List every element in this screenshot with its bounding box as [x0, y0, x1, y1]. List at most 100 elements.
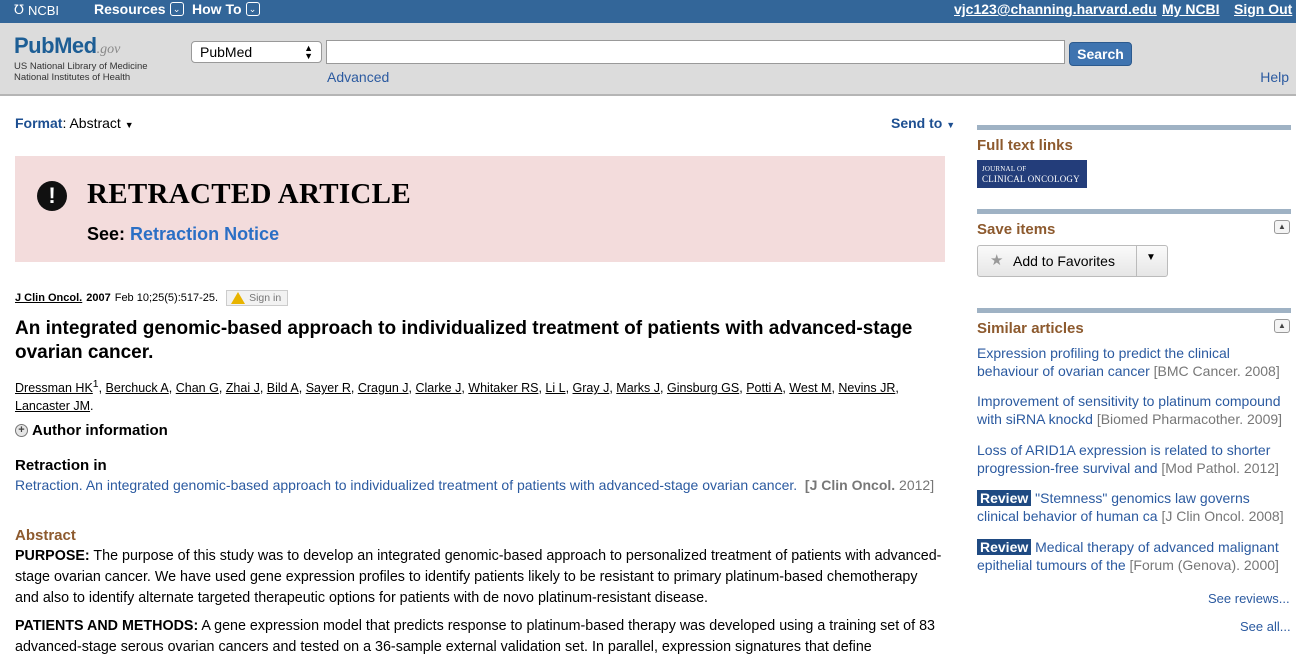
full-text-links-heading: Full text links	[977, 137, 1073, 154]
search-input[interactable]	[326, 40, 1065, 64]
format-label: Format	[15, 115, 63, 131]
ncbi-logo[interactable]: ℧ NCBI	[14, 2, 59, 18]
retraction-in-entry[interactable]: Retraction. An integrated genomic-based …	[15, 476, 945, 494]
author-list: Dressman HK1, Berchuck A, Chan G, Zhai J…	[15, 379, 899, 414]
ncbi-helix-icon: ℧	[14, 2, 24, 17]
similar-article-item[interactable]: Review "Stemness" genomics law governs c…	[977, 489, 1291, 525]
citation-line: J Clin Oncol. 2007 Feb 10;25(5):517-25. …	[15, 290, 289, 306]
see-reviews-link[interactable]: See reviews...	[1208, 591, 1290, 606]
warning-icon	[231, 292, 246, 304]
see-label: See:	[87, 224, 126, 244]
author-link[interactable]: Dressman HK	[15, 381, 93, 395]
jco-fulltext-link[interactable]: Journal of Clinical Oncology	[977, 160, 1087, 188]
sign-in-button[interactable]: Sign in	[226, 290, 289, 306]
resources-label: Resources	[94, 1, 166, 17]
affiliation-sup: 1	[92, 379, 99, 390]
howto-label: How To	[192, 1, 242, 17]
sidebar-divider	[977, 308, 1291, 313]
sign-out-link[interactable]: Sign Out	[1234, 1, 1292, 17]
caret-down-icon: ▼	[124, 120, 134, 130]
search-bar: PubMed.gov US National Library of Medici…	[0, 23, 1296, 96]
purpose-label: PURPOSE:	[15, 548, 90, 564]
chevron-down-icon: ⌄	[245, 2, 260, 16]
add-to-favorites-label: Add to Favorites	[1013, 253, 1115, 269]
resources-menu[interactable]: Resources ⌄	[94, 1, 184, 17]
button-divider	[1136, 246, 1137, 276]
search-button[interactable]: Search	[1069, 42, 1132, 66]
retracted-see-line: See: Retraction Notice	[87, 224, 279, 245]
pubmed-logo[interactable]: PubMed.gov US National Library of Medici…	[14, 33, 148, 83]
author-link[interactable]: Chan G	[176, 381, 219, 395]
caret-down-icon[interactable]: ▼	[1146, 252, 1156, 263]
retraction-in-title: Retraction. An integrated genomic-based …	[15, 477, 798, 493]
database-select-value: PubMed	[200, 44, 253, 60]
retraction-notice-link[interactable]: Retraction Notice	[130, 224, 279, 244]
author-link[interactable]: Gray J	[573, 381, 610, 395]
author-link[interactable]: Lancaster JM	[15, 399, 90, 413]
author-link[interactable]: Potti A	[746, 381, 782, 395]
ncbi-label: NCBI	[27, 2, 59, 18]
send-to-menu[interactable]: Send to ▼	[891, 115, 955, 131]
plus-icon: +	[15, 424, 28, 437]
author-link[interactable]: Sayer R	[306, 381, 351, 395]
save-items-heading: Save items	[977, 221, 1056, 238]
abstract-heading: Abstract	[15, 527, 76, 544]
author-link[interactable]: West M	[789, 381, 831, 395]
similar-article-source: [J Clin Oncol. 2008]	[1161, 508, 1284, 524]
sidebar-divider	[977, 209, 1291, 214]
advanced-search-link[interactable]: Advanced	[327, 69, 389, 85]
logo-nih-line: National Institutes of Health	[14, 72, 131, 83]
my-ncbi-link[interactable]: My NCBI	[1162, 1, 1220, 17]
help-link[interactable]: Help	[1260, 69, 1289, 85]
retracted-title: RETRACTED ARTICLE	[87, 178, 411, 210]
similar-article-source: [Mod Pathol. 2012]	[1161, 460, 1279, 476]
similar-article-source: [Forum (Genova). 2000]	[1129, 557, 1279, 573]
logo-med: Med	[54, 33, 97, 58]
jco-logo-line1: Journal of	[982, 165, 1027, 173]
select-arrows-icon: ▲ ▼	[304, 43, 313, 61]
similar-article-item[interactable]: Improvement of sensitivity to platinum c…	[977, 392, 1291, 428]
similar-articles-heading: Similar articles	[977, 320, 1084, 337]
ncbi-top-bar: ℧ NCBI Resources ⌄ How To ⌄ vjc123@chann…	[0, 0, 1296, 23]
user-account-link[interactable]: vjc123@channing.harvard.edu	[954, 1, 1157, 17]
add-to-favorites-button[interactable]: ★ Add to Favorites ▼	[977, 245, 1168, 277]
howto-menu[interactable]: How To ⌄	[192, 1, 260, 17]
author-link[interactable]: Li L	[545, 381, 565, 395]
collapse-icon[interactable]: ▲	[1274, 220, 1290, 234]
similar-article-item[interactable]: Loss of ARID1A expression is related to …	[977, 441, 1291, 477]
author-link[interactable]: Marks J	[616, 381, 660, 395]
author-link[interactable]: Bild A	[267, 381, 299, 395]
purpose-text: The purpose of this study was to develop…	[15, 548, 942, 606]
similar-article-source: [Biomed Pharmacother. 2009]	[1096, 411, 1283, 427]
send-to-label: Send to	[891, 115, 943, 131]
similar-article-item[interactable]: Review Medical therapy of advanced malig…	[977, 538, 1291, 574]
author-link[interactable]: Cragun J	[358, 381, 409, 395]
collapse-icon[interactable]: ▲	[1274, 319, 1290, 333]
article-title: An integrated genomic-based approach to …	[15, 318, 913, 363]
author-link[interactable]: Zhai J	[226, 381, 260, 395]
logo-nlm-line: US National Library of Medicine	[14, 61, 148, 72]
abstract-purpose: PURPOSE: The purpose of this study was t…	[15, 546, 945, 609]
database-select[interactable]: PubMed ▲ ▼	[191, 41, 322, 63]
format-value: Abstract	[69, 115, 121, 131]
retraction-in-journal: [J Clin Oncol.	[804, 477, 896, 493]
exclamation-icon: !	[37, 181, 67, 211]
citation-year: 2007	[86, 292, 111, 304]
similar-article-item[interactable]: Expression profiling to predict the clin…	[977, 344, 1291, 380]
author-information-toggle[interactable]: + Author information	[15, 422, 168, 439]
sidebar-divider	[977, 125, 1291, 130]
review-badge: Review	[977, 490, 1032, 506]
author-link[interactable]: Ginsburg GS	[667, 381, 739, 395]
retracted-banner: ! RETRACTED ARTICLE See: Retraction Noti…	[15, 156, 945, 262]
caret-down-icon: ▼	[946, 120, 956, 130]
see-all-link[interactable]: See all...	[1240, 619, 1291, 634]
abstract-methods: PATIENTS AND METHODS: A gene expression …	[15, 616, 945, 658]
star-icon: ★	[990, 252, 1004, 269]
format-selector[interactable]: Format: Abstract ▼	[15, 115, 134, 131]
author-link[interactable]: Berchuck A	[106, 381, 169, 395]
chevron-down-icon: ⌄	[169, 2, 184, 16]
author-link[interactable]: Whitaker RS	[468, 381, 538, 395]
author-link[interactable]: Clarke J	[416, 381, 462, 395]
author-link[interactable]: Nevins JR	[838, 381, 895, 395]
journal-link[interactable]: J Clin Oncol.	[15, 292, 82, 304]
